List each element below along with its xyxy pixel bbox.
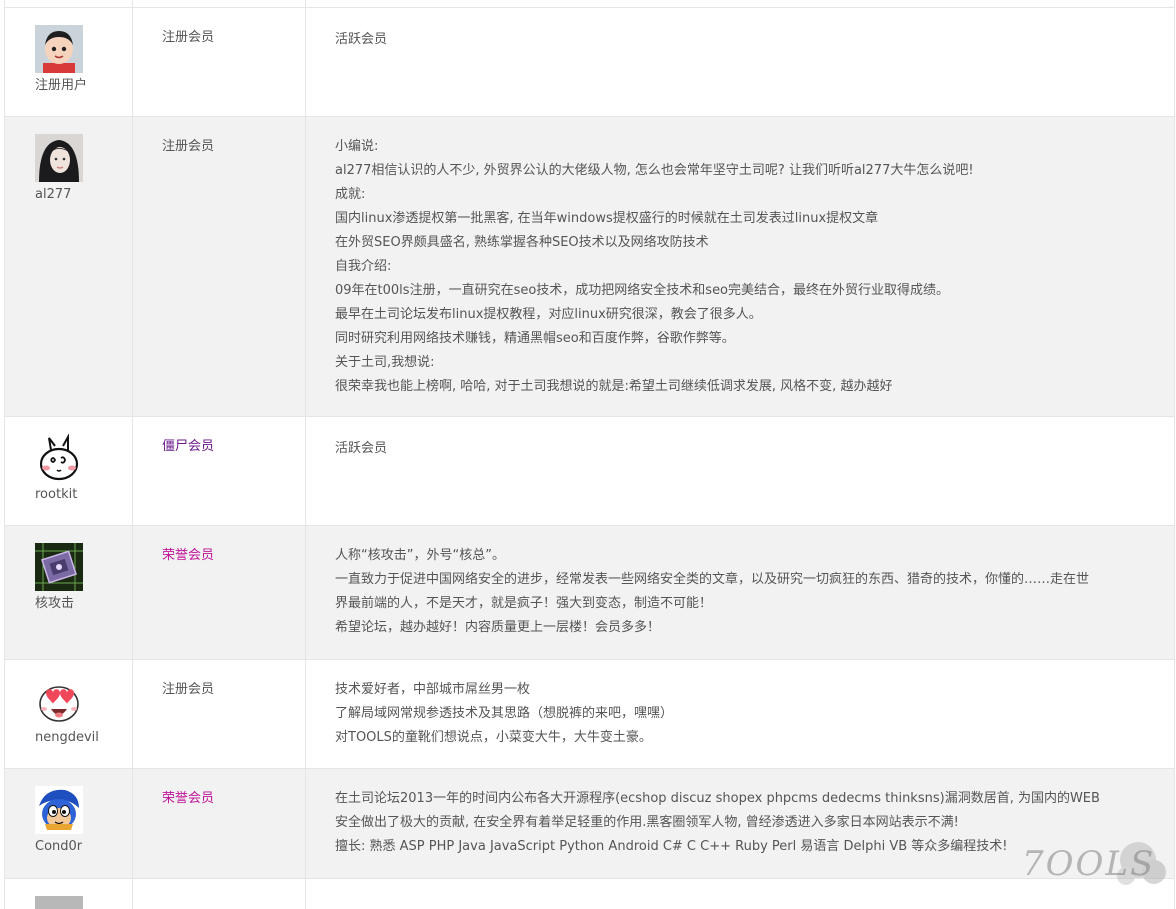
description-line: 小编说: <box>335 139 379 154</box>
member-group-label: 僵尸会员 <box>162 439 215 454</box>
chip-avatar-icon <box>35 543 83 591</box>
member-description: 小编说: al277相信认识的人不少, 外贸界公认的大佬级人物, 怎么也会常年坚… <box>335 135 1164 399</box>
avatar[interactable] <box>35 543 83 591</box>
user-cell: Cond0r <box>5 769 133 878</box>
username-link[interactable]: Cond0r <box>35 838 82 856</box>
member-group-label: 荣誉会员 <box>162 791 215 806</box>
table-row: rootkit 僵尸会员 活跃会员 <box>5 416 1174 525</box>
watermark-text: 7OOLS <box>1022 844 1156 884</box>
member-group-label: 注册会员 <box>162 682 215 697</box>
table-row: nengdevil 注册会员 技术爱好者，中部城市屌丝男一枚 了解局域网常规参透… <box>5 659 1174 768</box>
description-line: 对TOOLS的童靴们想说点，小菜变大牛，大牛变土豪。 <box>335 730 652 745</box>
member-description: 技术爱好者，中部城市屌丝男一枚 了解局域网常规参透技术及其思路（想脱裤的来吧，嘿… <box>335 678 1164 750</box>
description-line: 一直致力于促进中国网络安全的进步，经常发表一些网络安全类的文章，以及研究一切疯狂… <box>335 572 1090 587</box>
girl-photo-avatar-icon <box>35 134 83 182</box>
member-group-label: 注册会员 <box>162 30 215 45</box>
description-line: 关于土司,我想说: <box>335 355 435 370</box>
username-link[interactable]: al277 <box>35 186 71 204</box>
username-link[interactable]: nengdevil <box>35 729 99 747</box>
user-cell: 注册用户 <box>5 8 133 116</box>
rabbit-doodle-avatar-icon <box>35 434 83 482</box>
description-line: 活跃会员 <box>335 441 388 456</box>
username-link[interactable]: 核攻击 <box>35 595 74 613</box>
t00ls-watermark-logo: 7OOLS <box>1018 838 1168 896</box>
description-line: al277相信认识的人不少, 外贸界公认的大佬级人物, 怎么也会常年坚守土司呢?… <box>335 163 974 178</box>
description-line: 成就: <box>335 187 366 202</box>
description-line: 安全做出了极大的贡献, 在安全界有着举足轻重的作用.黑客圈领军人物, 曾经渗透进… <box>335 815 959 830</box>
description-line: 人称“核攻击”，外号“核总”。 <box>335 548 505 563</box>
avatar[interactable] <box>35 434 83 482</box>
avatar[interactable] <box>35 896 83 909</box>
member-group-label: 注册会员 <box>162 139 215 154</box>
avatar[interactable] <box>35 134 83 182</box>
user-cell: nengdevil <box>5 660 133 768</box>
description-line: 09年在t00ls注册，一直研究在seo技术，成功把网络安全技术和seo完美结合… <box>335 283 950 298</box>
description-line: 活跃会员 <box>335 32 388 47</box>
table-row-partial-top <box>5 0 1174 7</box>
user-cell: rootkit <box>5 417 133 525</box>
member-description: 活跃会员 <box>335 437 1164 461</box>
description-line: 界最前端的人，不是天才，就是疯子！强大到变态，制造不可能！ <box>335 596 713 611</box>
description-line: 同时研究利用网络技术赚钱，精通黑帽seo和百度作弊，谷歌作弊等。 <box>335 331 735 346</box>
cartoon-boy-avatar-icon <box>35 25 83 73</box>
avatar-partial-icon <box>35 896 83 909</box>
user-cell: 核攻击 <box>5 526 133 659</box>
description-line: 在土司论坛2013一年的时间内公布各大开源程序(ecshop discuz sh… <box>335 791 1100 806</box>
table-row-partial-bottom <box>5 878 1174 909</box>
description-line: 在外贸SEO界颇具盛名, 熟练掌握各种SEO技术以及网络攻防技术 <box>335 235 709 250</box>
member-description: 活跃会员 <box>335 28 1164 52</box>
description-line: 自我介绍: <box>335 259 392 274</box>
member-description: 人称“核攻击”，外号“核总”。 一直致力于促进中国网络安全的进步，经常发表一些网… <box>335 544 1164 640</box>
avatar[interactable] <box>35 786 83 834</box>
description-line: 了解局域网常规参透技术及其思路（想脱裤的来吧，嘿嘿） <box>335 706 674 721</box>
avatar[interactable] <box>35 677 83 725</box>
avatar[interactable] <box>35 25 83 73</box>
table-row: Cond0r 荣誉会员 在土司论坛2013一年的时间内公布各大开源程序(ecsh… <box>5 768 1174 878</box>
table-row: al277 注册会员 小编说: al277相信认识的人不少, 外贸界公认的大佬级… <box>5 116 1174 416</box>
sonic-avatar-icon <box>35 786 83 834</box>
table-row: 注册用户 注册会员 活跃会员 <box>5 7 1174 116</box>
description-line: 最早在土司论坛发布linux提权教程，对应linux研究很深，教会了很多人。 <box>335 307 762 322</box>
member-group-label: 荣誉会员 <box>162 548 215 563</box>
description-line: 技术爱好者，中部城市屌丝男一枚 <box>335 682 531 697</box>
username-link[interactable]: rootkit <box>35 486 77 504</box>
member-table: 注册用户 注册会员 活跃会员 al277 注册会员 小编说: al277相信认识… <box>4 0 1175 909</box>
table-row: 核攻击 荣誉会员 人称“核攻击”，外号“核总”。 一直致力于促进中国网络安全的进… <box>5 525 1174 659</box>
description-line: 很荣幸我也能上榜啊, 哈哈, 对于土司我想说的就是:希望土司继续低调求发展, 风… <box>335 379 893 394</box>
description-line: 希望论坛，越办越好！内容质量更上一层楼！会员多多！ <box>335 620 661 635</box>
heart-eyes-avatar-icon <box>35 677 83 725</box>
user-cell: al277 <box>5 117 133 416</box>
username-link[interactable]: 注册用户 <box>35 77 87 95</box>
description-line: 国内linux渗透提权第一批黑客, 在当年windows提权盛行的时候就在土司发… <box>335 211 879 226</box>
